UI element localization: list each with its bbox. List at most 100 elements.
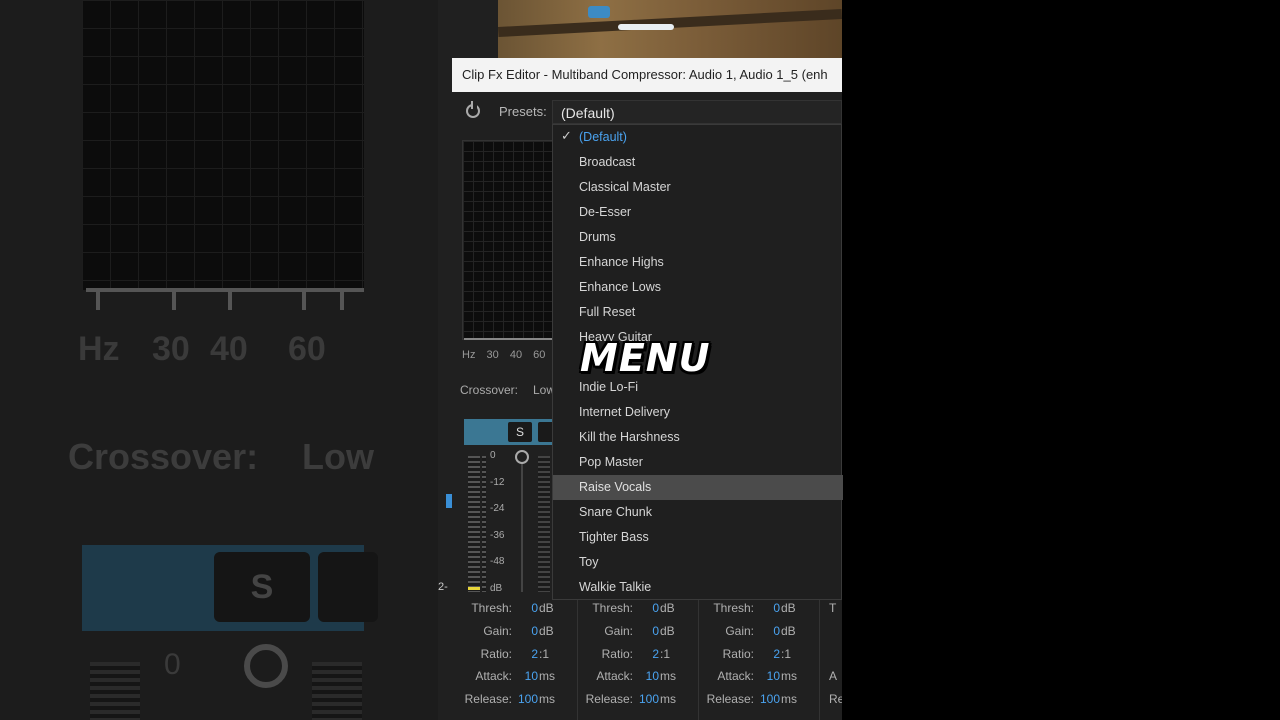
ratio-unit: :1 [539, 646, 550, 661]
thresh-label: Thresh: [592, 601, 633, 615]
menu-item-full-reset[interactable]: Full Reset [553, 300, 843, 325]
ratio-label: Ratio: [601, 646, 633, 661]
power-icon[interactable] [466, 101, 480, 118]
background-graph-axis [86, 288, 364, 292]
menu-item-broadcast[interactable]: Broadcast [553, 150, 843, 175]
release-value[interactable]: 100 [518, 692, 538, 706]
menu-item-label: Drums [579, 230, 616, 244]
attack-unit: ms [660, 669, 676, 684]
menu-item-label: Classical Master [579, 180, 671, 194]
solo-button[interactable]: S [508, 422, 532, 442]
menu-item-tighter-bass[interactable]: Tighter Bass [553, 525, 843, 550]
menu-item-label: Raise Vocals [579, 480, 652, 494]
ratio-value[interactable]: 2 [531, 647, 538, 661]
menu-item-drums[interactable]: Drums [553, 225, 843, 250]
thresh-row: Thresh: 0 dB [458, 597, 580, 620]
video-beam [498, 9, 842, 37]
gain-value[interactable]: 0 [773, 624, 780, 638]
menu-item-snare-chunk[interactable]: Snare Chunk [553, 500, 843, 525]
crossover-label: Crossover: [460, 383, 519, 397]
menu-item-label: Kill the Harshness [579, 430, 680, 444]
ratio-label: Ratio: [722, 646, 754, 661]
menu-item-label: Enhance Highs [579, 255, 664, 269]
thresh-unit: dB [781, 601, 796, 615]
menu-item-label: Indie Lo-Fi [579, 380, 639, 394]
freq-label: 30 [486, 349, 499, 361]
attack-row: Attack: 10 ms [579, 665, 701, 688]
menu-item-internet-delivery[interactable]: Internet Delivery [553, 400, 843, 425]
db-tick: 0 [490, 450, 496, 461]
gain-unit: dB [660, 623, 675, 638]
menu-item-enhance-highs[interactable]: Enhance Highs [553, 250, 843, 275]
video-object [588, 6, 610, 18]
thresh-value[interactable]: 0 [652, 601, 659, 615]
background-freq-label: 60 [288, 330, 326, 368]
frequency-graph[interactable] [462, 140, 554, 340]
menu-item-enhance-lows[interactable]: Enhance Lows [553, 275, 843, 300]
thresh-value[interactable]: 0 [773, 601, 780, 615]
column-divider [819, 597, 820, 720]
window-title: Clip Fx Editor - Multiband Compressor: A… [452, 58, 842, 92]
menu-item-classical-master[interactable]: Classical Master [553, 175, 843, 200]
input-level-meter [468, 456, 480, 592]
band-parameters: Thresh: 0 dB Gain: 0 dB Ratio: 2:1 Attack: 10 m… [458, 597, 842, 720]
release-row: Release: 100 ms [579, 688, 701, 711]
caption-overlay: MENU [580, 336, 711, 380]
attack-label: Attack: [475, 669, 512, 684]
menu-item-default[interactable]: ✓ (Default) [553, 125, 843, 150]
ratio-row: Ratio: 2:1 [458, 643, 580, 666]
release-unit: ms [781, 692, 797, 707]
presets-label: Presets: [499, 104, 547, 119]
gain-unit: dB [539, 623, 554, 638]
attack-value[interactable]: 10 [767, 669, 780, 683]
thresh-label: Thresh: [471, 601, 512, 615]
ratio-value[interactable]: 2 [652, 647, 659, 661]
frequency-labels: Hz 30 40 60 [462, 349, 553, 361]
release-value[interactable]: 100 [639, 692, 659, 706]
edge-label: 2- [438, 581, 448, 593]
ratio-value[interactable]: 2 [773, 647, 780, 661]
menu-item-label: (Default) [579, 130, 627, 144]
gain-value[interactable]: 0 [531, 624, 538, 638]
thresh-value[interactable]: 0 [531, 601, 538, 615]
db-tick: -12 [490, 476, 505, 488]
thresh-unit: dB [660, 601, 675, 615]
background-meter [90, 662, 140, 720]
selection-marker [446, 494, 452, 508]
attack-value[interactable]: 10 [646, 669, 659, 683]
gain-slider-knob[interactable] [515, 450, 529, 464]
video-light [618, 24, 674, 30]
release-unit: ms [539, 692, 555, 707]
background-crossover-value: Low [302, 436, 374, 477]
gain-row: Gain: 0 dB [700, 620, 822, 643]
attack-row: Attack: 10 ms [700, 665, 822, 688]
menu-item-walkie-talkie[interactable]: Walkie Talkie [553, 575, 843, 600]
menu-item-kill-the-harshness[interactable]: Kill the Harshness [553, 425, 843, 450]
background-graph [82, 0, 364, 290]
menu-item-toy[interactable]: Toy [553, 550, 843, 575]
attack-label: Attack: [717, 669, 754, 684]
background-zoom-left: Hz 30 40 60 Crossover: Low S 0 [0, 0, 438, 720]
menu-item-pop-master[interactable]: Pop Master [553, 450, 843, 475]
background-zero-label: 0 [164, 648, 181, 681]
ratio-unit: :1 [660, 646, 671, 661]
ratio-label: Ratio: [480, 646, 512, 661]
ratio-row: Ratio: 2:1 [700, 643, 822, 666]
presets-dropdown[interactable]: (Default) [552, 100, 842, 124]
background-tick [340, 288, 344, 310]
menu-item-de-esser[interactable]: De-Esser [553, 200, 843, 225]
background-hz-label: Hz [78, 330, 120, 368]
column-divider [577, 597, 578, 720]
attack-value[interactable]: 10 [525, 669, 538, 683]
partial-row: A [821, 665, 842, 688]
graph-axis [464, 338, 554, 340]
background-freq-label: 30 [152, 330, 190, 368]
menu-item-raise-vocals[interactable]: Raise Vocals [553, 475, 843, 500]
ratio-unit: :1 [781, 646, 792, 661]
band-1-params: Thresh: 0 dB Gain: 0 dB Ratio: 2:1 Attack: 10 m… [458, 597, 580, 720]
background-tick [96, 288, 100, 310]
release-label: Release: [706, 692, 754, 707]
release-value[interactable]: 100 [760, 692, 780, 706]
gain-value[interactable]: 0 [652, 624, 659, 638]
level-meter-right [482, 456, 486, 592]
